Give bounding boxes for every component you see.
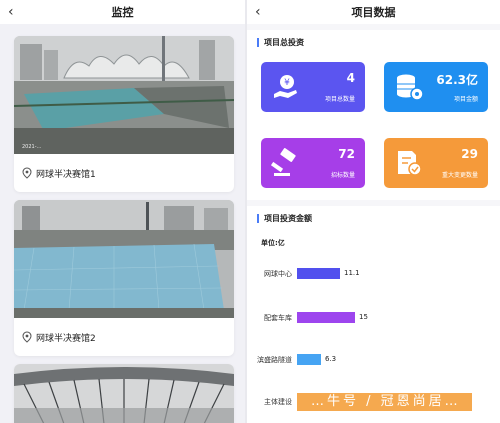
stat-value: 72 <box>338 147 355 161</box>
camera-caption-1: 网球半决赛馆1 <box>14 154 234 192</box>
section-title: 项目总投资 <box>257 38 304 47</box>
stat-card-tender-count[interactable]: 72 招标数量 <box>261 138 365 188</box>
investment-summary-section: 项目总投资 ¥ 4 项目总数量 62.3亿 项目金额 72 招标数量 29 重大… <box>247 30 500 200</box>
bar-value: 6.3 <box>325 355 337 363</box>
bar-label: 网球中心 <box>264 270 292 278</box>
stat-card-project-count[interactable]: ¥ 4 项目总数量 <box>261 62 365 112</box>
svg-text:¥: ¥ <box>284 78 290 88</box>
stat-label: 项目金额 <box>453 96 478 103</box>
camera-card-2[interactable]: 网球半决赛馆2 <box>14 200 234 356</box>
camera-card-3[interactable] <box>14 364 234 423</box>
bar-value: 15 <box>359 313 368 321</box>
bar[interactable] <box>297 354 321 365</box>
money-hand-icon: ¥ <box>274 75 297 98</box>
bar-value: 11.1 <box>344 269 360 277</box>
camera-feed-3[interactable] <box>14 364 234 423</box>
camera-caption-2: 网球半决赛馆2 <box>14 318 234 356</box>
camera-timestamp: 2021-… <box>22 144 42 150</box>
document-check-icon <box>398 151 422 176</box>
bar[interactable] <box>297 312 355 323</box>
stat-label: 招标数量 <box>330 172 355 179</box>
section-title: 项目投资金额 <box>257 214 312 223</box>
stat-value: 29 <box>461 147 478 161</box>
stat-value: 62.3亿 <box>436 73 478 87</box>
stat-label: 项目总数量 <box>324 96 355 103</box>
location-pin-icon <box>22 167 32 179</box>
bar-label: 配套车库 <box>264 314 292 322</box>
gavel-icon <box>271 148 296 176</box>
stat-card-change-count[interactable]: 29 重大变更数量 <box>384 138 488 188</box>
database-gear-icon <box>397 74 424 101</box>
camera-feed-1[interactable]: 2021-… <box>14 36 234 154</box>
stat-value: 4 <box>346 71 355 85</box>
project-data-header: ‹ 项目数据 <box>247 0 500 24</box>
unit-label: 单位:亿 <box>261 239 285 247</box>
bar-label: 主体建设 <box>264 398 292 406</box>
monitoring-header: ‹ 监控 <box>0 0 245 24</box>
location-pin-icon <box>22 331 32 343</box>
bar-label: 滨盛路隧道 <box>257 356 292 364</box>
page-title: 监控 <box>111 6 134 19</box>
project-data-screen: ‹ 项目数据 项目总投资 ¥ 4 项目总数量 62.3亿 项目金额 72 招标数… <box>247 0 500 423</box>
camera-name: 网球半决赛馆2 <box>36 333 96 344</box>
overlay-banner: …牛号 / 冠恩尚居… <box>297 393 472 411</box>
stat-card-project-amount[interactable]: 62.3亿 项目金额 <box>384 62 488 112</box>
page-title: 项目数据 <box>351 6 396 19</box>
camera-feed-2[interactable] <box>14 200 234 318</box>
monitoring-screen: ‹ 监控 2021-… 网球半决赛馆1 网球半决赛馆2 <box>0 0 245 423</box>
camera-name: 网球半决赛馆1 <box>36 169 96 180</box>
camera-card-1[interactable]: 2021-… 网球半决赛馆1 <box>14 36 234 192</box>
bar[interactable] <box>297 268 340 279</box>
investment-amount-section: 项目投资金额 单位:亿 网球中心11.1配套车库15滨盛路隧道6.3主体建设3. <box>247 206 500 423</box>
stat-label: 重大变更数量 <box>441 172 478 179</box>
